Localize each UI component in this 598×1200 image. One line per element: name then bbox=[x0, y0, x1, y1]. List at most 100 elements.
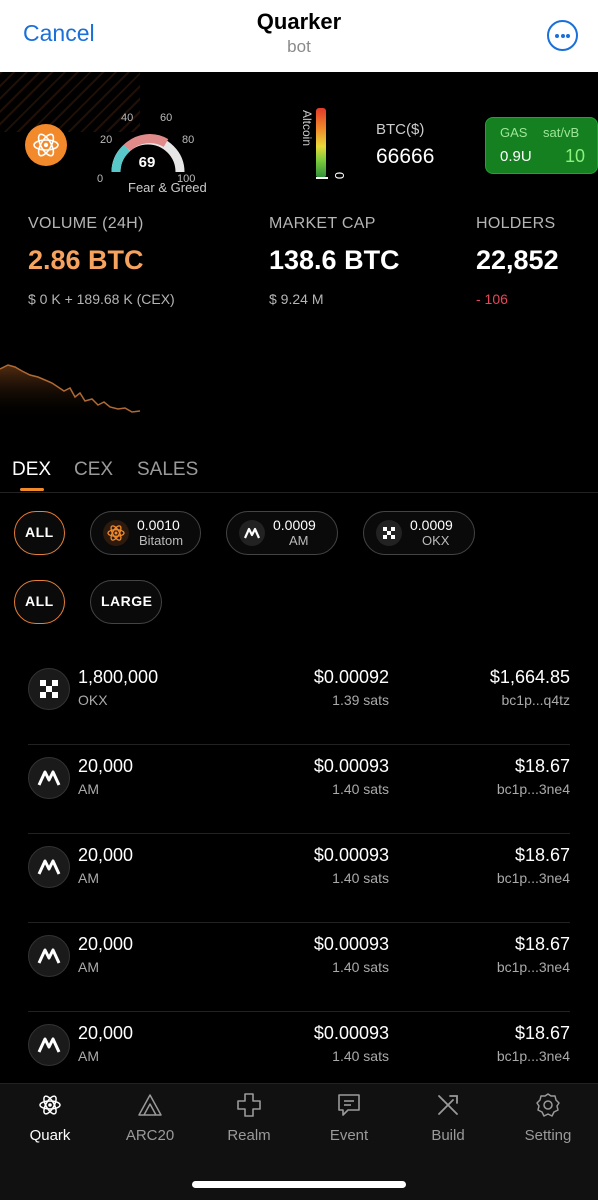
holders-change: - 106 bbox=[476, 291, 508, 307]
order-sats: 1.40 sats bbox=[332, 959, 389, 975]
volume-label: VOLUME (24H) bbox=[28, 215, 144, 232]
okx-icon bbox=[376, 520, 402, 546]
order-total: $18.67 bbox=[514, 1023, 570, 1043]
atom-logo-icon bbox=[25, 124, 67, 166]
page-title: Quarker bbox=[256, 9, 342, 34]
nav-arc20[interactable]: ARC20 bbox=[100, 1084, 200, 1154]
tab-sales[interactable]: SALES bbox=[137, 459, 198, 481]
order-sats: 1.39 sats bbox=[332, 692, 389, 708]
gas-label: GAS bbox=[500, 125, 528, 140]
order-total: $1,664.85 bbox=[489, 667, 570, 687]
volume-sub: $ 0 K + 189.68 K (CEX) bbox=[28, 291, 175, 307]
nav-label: Realm bbox=[227, 1127, 271, 1144]
nav-label: Event bbox=[329, 1127, 369, 1144]
satvb-label: sat/vB bbox=[543, 125, 580, 140]
nav-label: Build bbox=[431, 1127, 465, 1144]
filter-bitatom[interactable]: 0.0010 Bitatom bbox=[90, 511, 201, 555]
btc-price-label: BTC($) bbox=[376, 121, 425, 138]
nav-event[interactable]: Event bbox=[299, 1084, 399, 1154]
market-cap-value: 138.6 BTC bbox=[269, 245, 400, 275]
order-market: AM bbox=[78, 959, 99, 975]
chip-price: 0.0009 bbox=[410, 517, 453, 533]
order-market: AM bbox=[78, 781, 99, 797]
filter-all-sizes[interactable]: ALL bbox=[14, 580, 65, 624]
altcoin-indicator bbox=[316, 177, 328, 179]
tab-cex[interactable]: CEX bbox=[74, 459, 113, 481]
gas-panel[interactable]: GAS sat/vB 0.9U 10 bbox=[485, 117, 598, 174]
filter-am[interactable]: 0.0009 AM bbox=[226, 511, 338, 555]
market-cap-sub: $ 9.24 M bbox=[269, 291, 324, 307]
holders-label: HOLDERS bbox=[476, 215, 556, 232]
order-address: bc1p...3ne4 bbox=[496, 1048, 570, 1064]
nav-label: Quark bbox=[29, 1127, 71, 1144]
fear-greed-label: Fear & Greed bbox=[128, 180, 207, 195]
order-row[interactable]: 20,000 AM $0.00093 1.40 sats $18.67 bc1p… bbox=[28, 745, 570, 834]
nav-realm[interactable]: Realm bbox=[199, 1084, 299, 1154]
order-total: $18.67 bbox=[514, 845, 570, 865]
volume-value: 2.86 BTC bbox=[28, 245, 144, 275]
okx-icon bbox=[28, 668, 70, 710]
order-price: $0.00093 bbox=[313, 756, 389, 776]
market-tabs: DEX CEX SALES bbox=[0, 455, 598, 493]
nav-quark[interactable]: Quark bbox=[0, 1084, 100, 1154]
order-market: OKX bbox=[78, 692, 108, 708]
gauge-tick: 60 bbox=[160, 112, 173, 124]
chip-market-name: Bitatom bbox=[139, 533, 184, 548]
arc20-icon bbox=[138, 1094, 162, 1116]
top-bar: Cancel Quarker bot bbox=[0, 0, 598, 72]
realm-icon bbox=[237, 1093, 261, 1117]
order-quantity: 20,000 bbox=[78, 1023, 134, 1043]
chip-price: 0.0010 bbox=[137, 517, 180, 533]
nav-build[interactable]: Build bbox=[398, 1084, 498, 1154]
market-cap-label: MARKET CAP bbox=[269, 215, 376, 232]
fear-greed-value: 69 bbox=[138, 154, 156, 171]
home-indicator bbox=[192, 1181, 406, 1188]
chip-price: 0.0009 bbox=[273, 517, 316, 533]
order-quantity: 20,000 bbox=[78, 934, 134, 954]
order-row[interactable]: 20,000 AM $0.00093 1.40 sats $18.67 bc1p… bbox=[28, 834, 570, 923]
order-quantity: 20,000 bbox=[78, 845, 134, 865]
tab-dex[interactable]: DEX bbox=[12, 459, 51, 481]
btc-price-value: 66666 bbox=[376, 145, 435, 168]
event-icon bbox=[338, 1094, 360, 1116]
more-icon[interactable] bbox=[547, 20, 578, 51]
filter-okx[interactable]: 0.0009 OKX bbox=[363, 511, 475, 555]
order-price: $0.00093 bbox=[313, 934, 389, 954]
price-sparkline bbox=[0, 355, 145, 425]
order-market: AM bbox=[78, 1048, 99, 1064]
am-icon bbox=[28, 846, 70, 888]
order-row[interactable]: 20,000 AM $0.00093 1.40 sats $18.67 bc1p… bbox=[28, 923, 570, 1012]
order-price: $0.00092 bbox=[313, 667, 389, 687]
chip-label: LARGE bbox=[101, 593, 153, 609]
nav-setting[interactable]: Setting bbox=[498, 1084, 598, 1154]
filter-large[interactable]: LARGE bbox=[90, 580, 162, 624]
gauge-tick: 20 bbox=[100, 134, 113, 146]
altcoin-value: 0 bbox=[332, 171, 348, 180]
gauge-tick: 0 bbox=[97, 173, 104, 185]
order-total: $18.67 bbox=[514, 934, 570, 954]
am-icon bbox=[28, 935, 70, 977]
order-market: AM bbox=[78, 870, 99, 886]
am-icon bbox=[239, 520, 265, 546]
gauge-tick: 80 bbox=[182, 134, 195, 146]
holders-value: 22,852 bbox=[476, 245, 559, 275]
order-quantity: 1,800,000 bbox=[78, 667, 159, 687]
am-icon bbox=[28, 757, 70, 799]
chip-label: ALL bbox=[25, 593, 54, 609]
chip-market-name: OKX bbox=[422, 533, 450, 548]
page-subtitle: bot bbox=[287, 37, 311, 56]
gas-satvb-value: 10 bbox=[565, 146, 586, 166]
order-row[interactable]: 1,800,000 OKX $0.00092 1.39 sats $1,664.… bbox=[28, 656, 570, 745]
altcoin-label: Altcoin bbox=[300, 110, 314, 147]
filter-all-markets[interactable]: ALL bbox=[14, 511, 65, 555]
am-icon bbox=[28, 1024, 70, 1066]
build-icon bbox=[438, 1095, 458, 1115]
order-price: $0.00093 bbox=[313, 845, 389, 865]
order-sats: 1.40 sats bbox=[332, 1048, 389, 1064]
order-quantity: 20,000 bbox=[78, 756, 134, 776]
atom-icon bbox=[39, 1095, 61, 1115]
order-address: bc1p...q4tz bbox=[501, 692, 571, 708]
order-address: bc1p...3ne4 bbox=[496, 781, 570, 797]
nav-label: Setting bbox=[524, 1127, 572, 1144]
gear-icon bbox=[536, 1093, 560, 1117]
